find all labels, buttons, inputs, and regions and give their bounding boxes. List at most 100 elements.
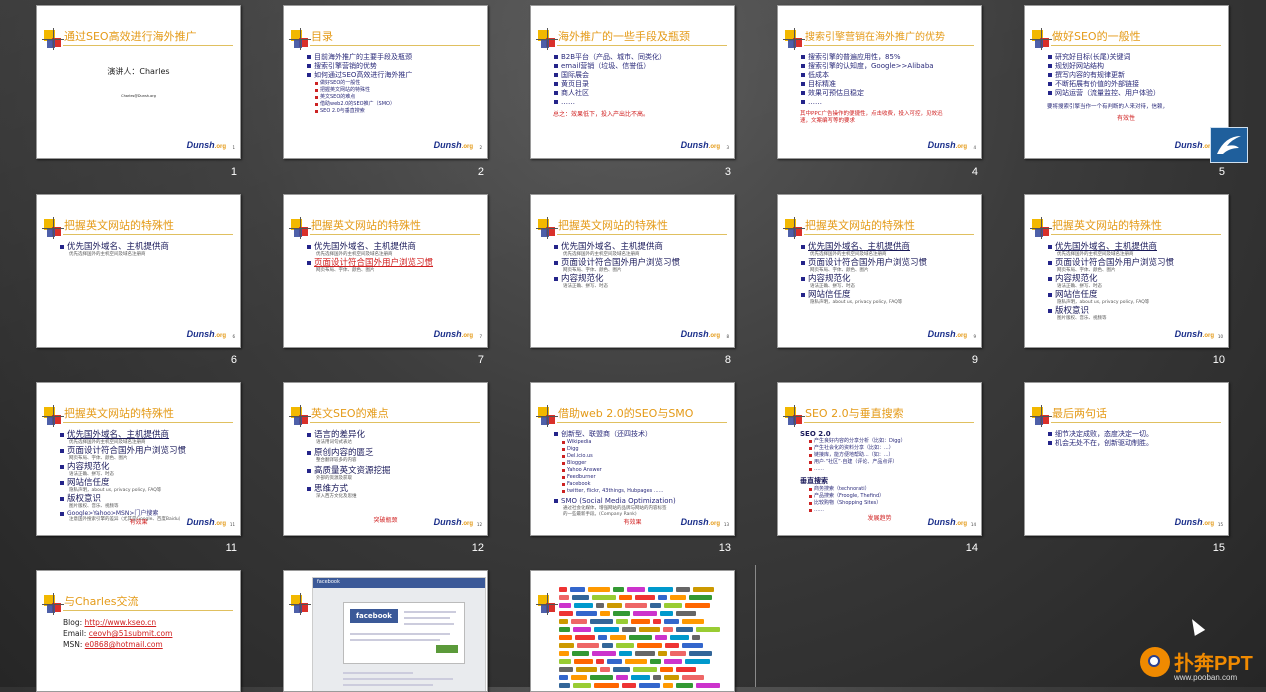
logo-tile [633,667,657,672]
logo-tile [635,595,655,600]
slide-thumbnail-13[interactable]: 借助web 2.0的SEO与SMO 创新型、联盟商（还四技术） Wikipedi… [530,382,735,536]
slide-thumbnail-5[interactable]: 做好SEO的一般性 研究好目标(长尾)关键词 规划好网站结构 撰写内容的有规律更… [1024,5,1229,159]
logo-tile [689,651,712,656]
logo-tile [663,627,673,632]
slide-number: 15 [1212,542,1225,554]
logo-tile [676,587,690,592]
logo-tile [664,675,679,680]
slide-thumbnail-4[interactable]: 搜索引擎营销在海外推广的优势 搜索引擎的普遍应用性，85% 搜索引擎的认知度，G… [777,5,982,159]
slide-deco-icon [1030,28,1052,50]
email-link[interactable]: ceovh@51submit.com [89,629,173,638]
app-badge-icon[interactable] [1210,127,1248,163]
logo-tile [573,627,591,632]
logo-tile [576,667,597,672]
slide-title: 英文SEO的难点 [311,407,389,420]
logo-tile [559,595,569,600]
logo: Dunsh.org [433,517,473,527]
slide-thumbnail-12[interactable]: 英文SEO的难点 语言的差异化 语法用词句式表达 原创内容的匮乏 整合翻译较多的… [283,382,488,536]
slide-thumbnail-8[interactable]: 把握英文网站的特殊性 优先国外域名、主机提供商 优先选择国外的主机空间及域名注册… [530,194,735,348]
blog-link[interactable]: http://www.kseo.cn [85,618,157,627]
slide-deco-icon [536,593,558,615]
logo-tile [577,643,599,648]
logo: Dunsh.org [186,140,226,150]
logo-tile [619,651,632,656]
logo-tile [571,619,587,624]
logo-tile [650,659,661,664]
slide-number: 1 [230,166,237,178]
slide-thumbnail-1[interactable]: 通过SEO高效进行海外推广 演讲人：Charles Charles@Dunsh.… [36,5,241,159]
logo-tile [622,683,636,688]
slide-title: 把握英文网站的特殊性 [311,219,421,232]
logo-tile [559,619,568,624]
facebook-screenshot-image: facebook facebook [312,577,486,691]
logo-tile [689,595,712,600]
slide-deco-icon [536,28,558,50]
logo-tile [631,619,650,624]
logo-tile [639,627,660,632]
slide-thumbnail-11[interactable]: 把握英文网站的特殊性 优先国外域名、主机提供商 优先选择国外的主机空间及域名注册… [36,382,241,536]
slide-deco-icon [783,28,805,50]
slide-number: 12 [471,542,484,554]
slide-thumbnail-9[interactable]: 把握英文网站的特殊性 优先国外域名、主机提供商 优先选择国外的主机空间及域名注册… [777,194,982,348]
logo-tile [571,675,587,680]
slide-deco-icon [536,217,558,239]
logo-tile [592,595,616,600]
slide-thumbnail-14[interactable]: SEO 2.0与垂直搜索 SEO 2.0 产生良好内容的分享分析（比如：Digg… [777,382,982,536]
logo-tile [559,675,568,680]
slide-thumbnail-16[interactable]: 与Charles交流 Blog: http://www.kseo.cn Emai… [36,570,241,692]
slide-thumbnail-2[interactable]: 目录 目前海外推广的主要手段及瓶颈 搜索引擎营销的优势 如何通过SEO高效进行海… [283,5,488,159]
logo-tile [625,603,647,608]
logo-tile [685,659,710,664]
logo-tile [576,611,597,616]
slide-deco-icon [1030,405,1052,427]
slide-thumbnail-18[interactable] [530,570,735,692]
logo-tile [559,587,567,592]
logo-tile [633,611,657,616]
slide-thumbnail-15[interactable]: 最后两句话 细节决定成败，态度决定一切。 机会无处不在，创新驱动制胜。 Duns… [1024,382,1229,536]
slide-thumbnail-6[interactable]: 把握英文网站的特殊性 优先国外域名、主机提供商 优先选择国外的主机空间及域名注册… [36,194,241,348]
pane-divider[interactable] [755,565,756,687]
logo-tile [613,611,630,616]
logo: Dunsh.org [433,140,473,150]
logo: Dunsh.org [186,329,226,339]
msn-link[interactable]: e0868@hotmail.com [85,640,163,649]
logo-tile [592,651,616,656]
logo-tile [653,675,661,680]
logo-tile [685,603,710,608]
slide-thumbnail-7[interactable]: 把握英文网站的特殊性 优先国外域名、主机提供商 优先选择国外的主机空间及域名注册… [283,194,488,348]
slide-deco-icon [289,593,311,615]
logo-tile [596,659,604,664]
slide-thumbnail-17[interactable]: facebook facebook [283,570,488,692]
logo-tile [619,595,632,600]
logo-tile [616,643,634,648]
slide-number: 5 [1218,166,1225,178]
slide-deco-icon [783,405,805,427]
logo-tile [648,587,673,592]
logo-tile [559,611,573,616]
slide-title: 通过SEO高效进行海外推广 [64,30,197,43]
logo-tile [635,651,655,656]
logo-tile [664,603,682,608]
slide-thumbnail-10[interactable]: 把握英文网站的特殊性 优先国外域名、主机提供商 优先选择国外的主机空间及域名注册… [1024,194,1229,348]
logo-tile [650,603,661,608]
slide-thumbnail-3[interactable]: 海外推广的一些手段及瓶颈 B2B平台（产品、城市、同类化） email营销（垃圾… [530,5,735,159]
logo-tile [676,683,693,688]
logo-tile [660,611,673,616]
logo-tile [670,651,686,656]
logo: Dunsh.org [680,329,720,339]
logo: Dunsh.org [680,140,720,150]
slide-number: 14 [965,542,978,554]
slide-number: 4 [971,166,978,178]
logo-tile [570,587,585,592]
slide-deco-icon [42,593,64,615]
logo-tile [590,675,613,680]
logo-tile [622,627,636,632]
slide-title: 把握英文网站的特殊性 [805,219,915,232]
slide-number: 3 [724,166,731,178]
logo-tile [676,627,693,632]
logo: Dunsh.org [927,329,967,339]
slide-number: 2 [477,166,484,178]
slide-title: 海外推广的一些手段及瓶颈 [558,30,690,43]
logo: Dunsh.org [1174,140,1214,150]
mouse-cursor-icon [1186,616,1206,636]
